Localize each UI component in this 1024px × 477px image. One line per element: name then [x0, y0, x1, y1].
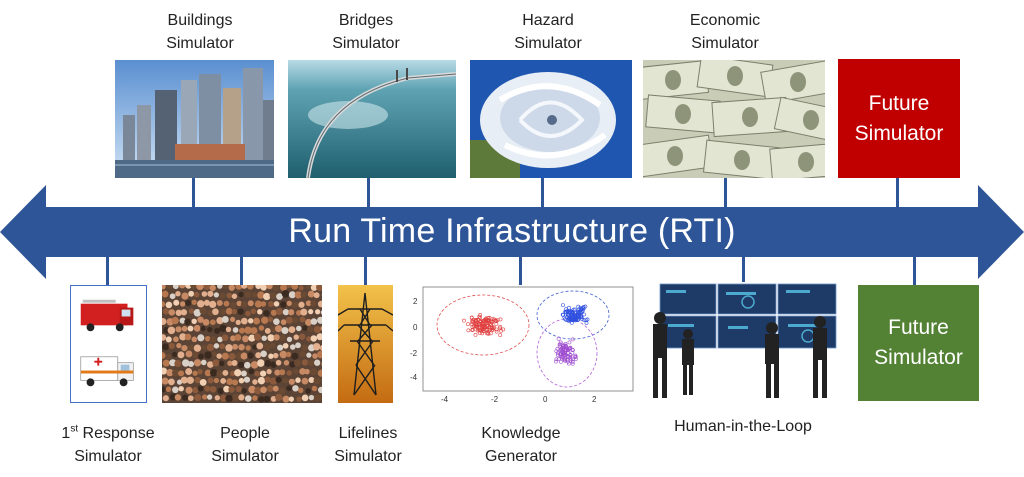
connector-knowledge [519, 256, 522, 286]
y-tick: -2 [410, 349, 418, 358]
label-first-response-simulator: 1st Response Simulator [61, 423, 155, 465]
x-tick: -4 [441, 395, 449, 404]
rti-title: Run Time Infrastructure (RTI) [288, 212, 736, 250]
connector-bridges [367, 178, 370, 208]
connector-buildings [192, 178, 195, 208]
label-people-simulator: People Simulator [211, 425, 279, 465]
ambulance-icon [80, 356, 134, 387]
fire-truck-icon [80, 299, 134, 332]
x-tick: 0 [543, 395, 548, 404]
label-lifelines-simulator: Lifelines Simulator [334, 425, 402, 465]
transmission-tower-icon [338, 285, 393, 403]
human-in-the-loop-image [648, 282, 844, 400]
buildings-image [115, 60, 274, 178]
hazard-image [470, 60, 632, 178]
crowd-icon [162, 285, 322, 403]
connector-people [240, 256, 243, 286]
economic-image [643, 60, 825, 178]
label-bridges-simulator: Bridges Simulator [332, 12, 400, 52]
x-tick: 2 [592, 395, 597, 404]
skyline-icon [115, 60, 274, 178]
connector-future-bottom [913, 256, 916, 286]
y-tick: -4 [410, 373, 418, 382]
connector-economic [724, 178, 727, 208]
x-tick: -2 [491, 395, 499, 404]
plot-tick-labels: -4 -2 0 2 2 0 -2 -4 [405, 285, 637, 407]
future-simulator-bottom: Future Simulator [858, 285, 979, 401]
y-tick: 2 [413, 297, 418, 306]
bridges-image [288, 60, 456, 178]
connector-first-response [106, 256, 109, 286]
bridge-icon [288, 60, 456, 178]
hurricane-icon [470, 60, 632, 178]
label-knowledge-generator: Knowledge Generator [481, 425, 561, 465]
knowledge-plot: -4 -2 0 2 2 0 -2 -4 [405, 285, 637, 407]
first-response-image [70, 285, 147, 403]
connector-hazard [541, 178, 544, 208]
money-icon [643, 60, 825, 178]
y-tick: 0 [413, 323, 418, 332]
connector-lifelines [364, 256, 367, 286]
label-hazard-simulator: Hazard Simulator [514, 12, 582, 52]
label-buildings-simulator: Buildings Simulator [166, 12, 234, 52]
rti-diagram: Run Time Infrastructure (RTI) Buildings S… [0, 0, 1024, 477]
label-economic-simulator: Economic Simulator [689, 12, 761, 52]
people-image [162, 285, 322, 403]
future-simulator-top: Future Simulator [838, 59, 960, 178]
label-human-in-the-loop: Human-in-the-Loop [674, 418, 812, 435]
control-room-icon [653, 283, 837, 398]
connector-future-top [896, 178, 899, 208]
lifelines-image [338, 285, 393, 403]
